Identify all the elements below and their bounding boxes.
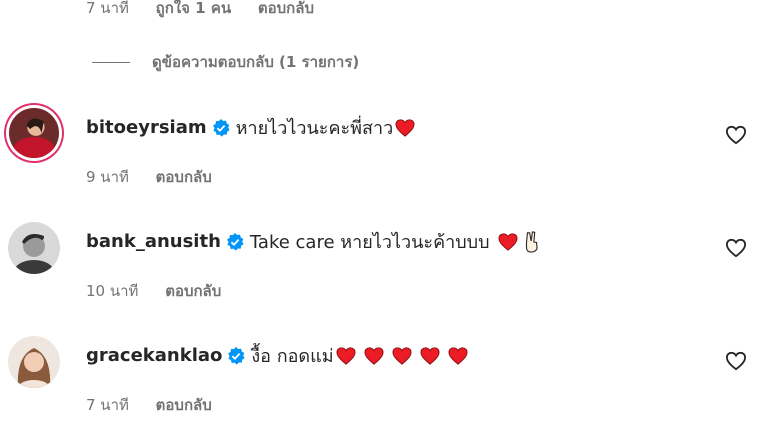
avatar-image (9, 108, 59, 158)
verified-badge-icon (212, 118, 230, 137)
heart-emoji-icon (498, 232, 517, 251)
comment-username[interactable]: bank_anusith (86, 231, 221, 252)
view-replies-divider (92, 61, 130, 63)
comment-meta: 7 นาที ตอบกลับ (86, 393, 234, 417)
heart-emoji-icon (395, 118, 415, 137)
comment-item: gracekanklao งื้อ กอดแม่ 7 นาที ตอบกลับ (0, 328, 760, 428)
comment-line: gracekanklao งื้อ กอดแม่ (86, 341, 468, 370)
avatar[interactable] (9, 108, 59, 158)
avatar[interactable] (8, 336, 60, 388)
comment-username[interactable]: gracekanklao (86, 345, 222, 366)
heart-emoji-icon (392, 346, 412, 365)
likes-count-link[interactable]: ถูกใจ 1 คน (156, 0, 231, 17)
reply-link[interactable]: ตอบกลับ (156, 396, 212, 414)
reply-link[interactable]: ตอบกลับ (156, 168, 212, 186)
heart-emoji-icon (364, 346, 384, 365)
comment-time: 9 นาที (86, 168, 129, 186)
view-replies-button[interactable]: ดูข้อความตอบกลับ (1 รายการ) (92, 50, 359, 74)
comment-meta: 9 นาที ตอบกลับ (86, 165, 234, 189)
comment-text: หายไวไวนะคะพี่สาว (235, 118, 394, 139)
comment-text: งื้อ กอดแม่ (251, 346, 334, 367)
comment-time: 7 นาที (86, 396, 129, 414)
comment-item: bitoeyrsiam หายไวไวนะคะพี่สาว 9 นาที ตอบ… (0, 100, 760, 200)
reply-link[interactable]: ตอบกลับ (258, 0, 314, 17)
comment-item: bank_anusith Take care หายไวไวนะค้าบบบ 1… (0, 214, 760, 314)
like-heart-icon[interactable] (725, 238, 747, 258)
comment-username[interactable]: bitoeyrsiam (86, 117, 207, 138)
comment-line: bitoeyrsiam หายไวไวนะคะพี่สาว (86, 113, 415, 142)
comment-line: bank_anusith Take care หายไวไวนะค้าบบบ (86, 227, 542, 256)
heart-emoji-icon (448, 346, 468, 365)
comment-meta-top: 7 นาที ถูกใจ 1 คน ตอบกลับ (86, 0, 336, 20)
victory-hand-icon (525, 230, 538, 253)
heart-emoji-icon (420, 346, 440, 365)
comment-time: 7 นาที (86, 0, 129, 17)
verified-badge-icon (226, 232, 244, 251)
heart-emoji-icon (336, 346, 356, 365)
comment-meta: 10 นาที ตอบกลับ (86, 279, 243, 303)
verified-badge-icon (228, 346, 246, 365)
avatar-image (8, 222, 60, 274)
avatar-image (8, 336, 60, 388)
like-heart-icon[interactable] (725, 125, 747, 145)
comment-text: Take care หายไวไวนะค้าบบบ (249, 232, 490, 253)
like-heart-icon[interactable] (725, 351, 747, 371)
view-replies-label: ดูข้อความตอบกลับ (1 รายการ) (152, 53, 360, 71)
avatar[interactable] (8, 222, 60, 274)
comment-time: 10 นาที (86, 282, 139, 300)
reply-link[interactable]: ตอบกลับ (165, 282, 221, 300)
